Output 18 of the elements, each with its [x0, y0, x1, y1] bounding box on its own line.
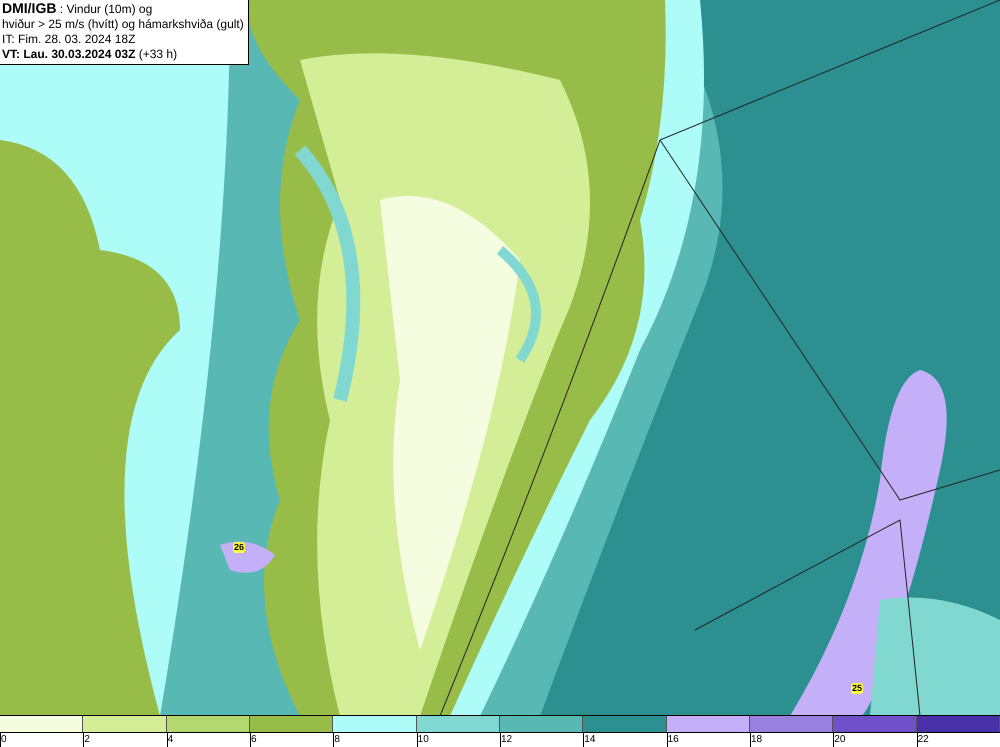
valid-time: VT: Lau. 30.03.2024 03Z (+33 h): [2, 47, 178, 62]
legend-tick-label: 10: [418, 734, 429, 746]
legend-tick-label: 16: [668, 734, 679, 746]
legend-tick-label: 14: [584, 734, 596, 746]
legend-tick-label: 18: [750, 734, 762, 746]
legend-tick-label: 4: [168, 734, 174, 746]
legend-tick-label: 2: [84, 734, 90, 746]
legend-tick-label: 0: [1, 734, 7, 746]
legend-tick-label: 8: [334, 734, 340, 746]
legend-tick-label: 12: [500, 734, 512, 746]
map-title: DMI/IGB : Vindur (10m) og: [2, 1, 154, 17]
legend-tick-label: 6: [250, 734, 257, 746]
legend-tick-label: 22: [918, 734, 929, 746]
legend-tick-label: 20: [834, 734, 846, 746]
map-subtitle: hviður > 25 m/s (hvítt) og hámarkshviða (gult): [2, 17, 244, 32]
issue-time: IT: Fim. 28. 03. 2024 18Z: [2, 32, 136, 47]
gust-label: 26: [233, 542, 246, 553]
gust-label: 25: [851, 683, 864, 694]
